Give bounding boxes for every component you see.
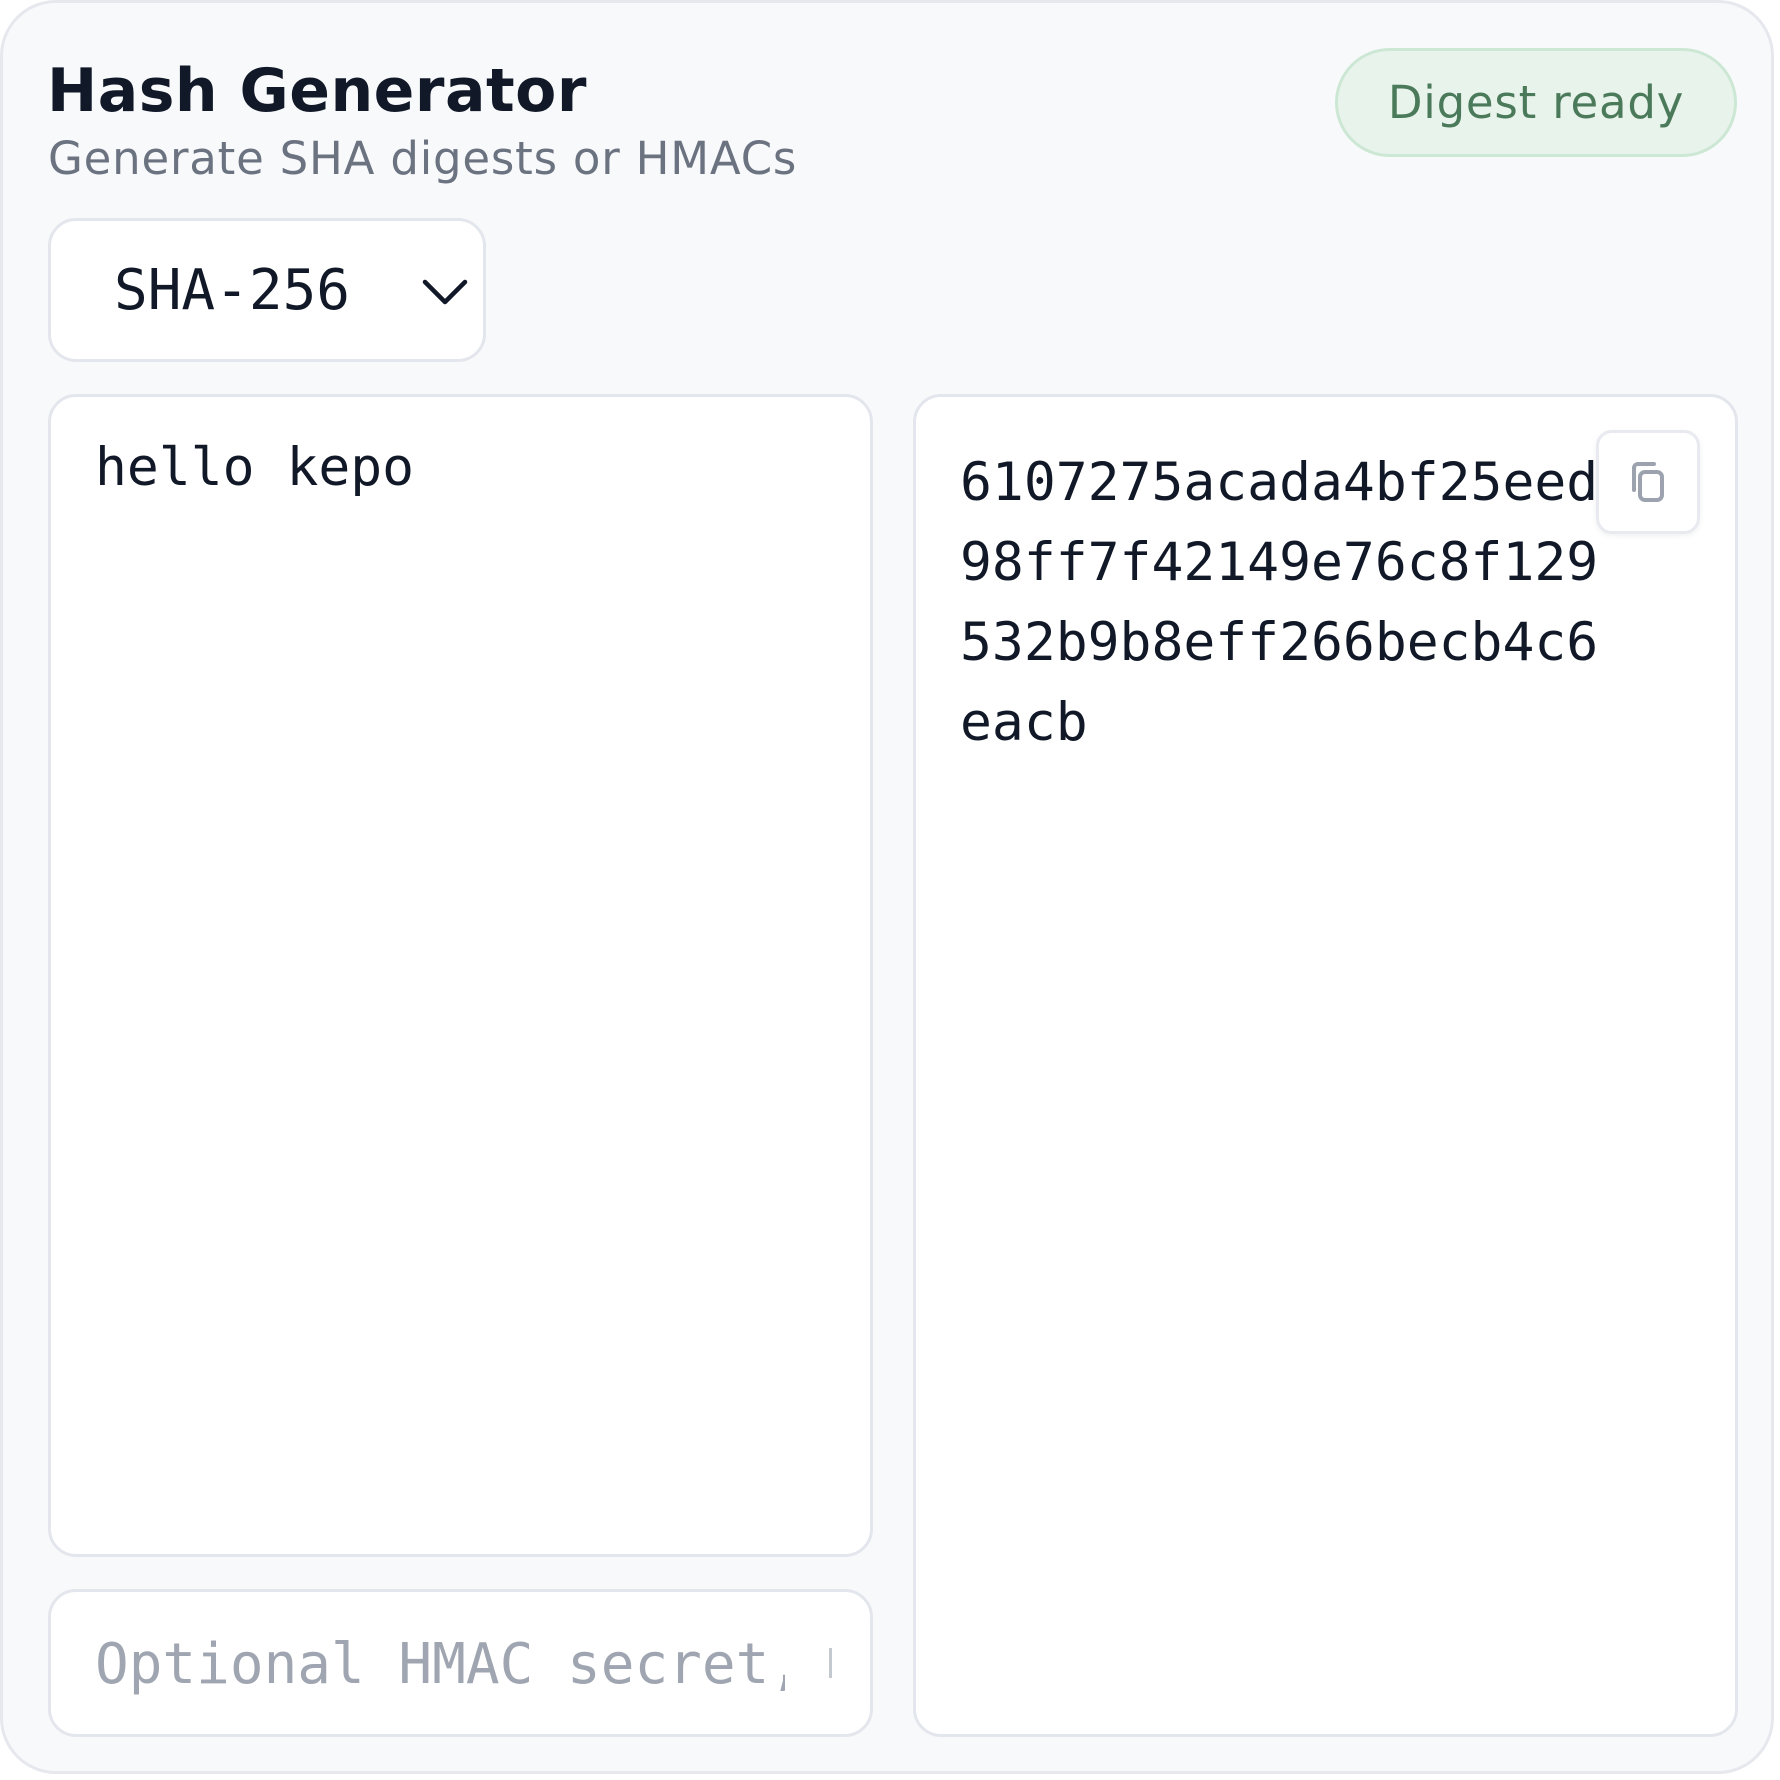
digest-output: 6107275acada4bf25eed98ff7f42149e76c8f129… xyxy=(913,394,1738,1737)
hash-generator-card: Hash Generator Generate SHA digests or H… xyxy=(0,0,1774,1774)
page-subtitle: Generate SHA digests or HMACs xyxy=(48,132,798,185)
copy-icon xyxy=(1632,462,1664,502)
algorithm-select[interactable]: SHA-256 xyxy=(48,218,486,362)
hmac-secret-input[interactable]: Optional HMAC secret, leave empty for pl… xyxy=(48,1589,873,1737)
text-caret xyxy=(829,1648,832,1678)
copy-button[interactable] xyxy=(1596,430,1700,534)
status-badge: Digest ready xyxy=(1335,48,1737,157)
hmac-secret-placeholder: Optional HMAC secret, leave empty for pl… xyxy=(95,1632,785,1697)
input-text: hello kepo xyxy=(95,437,415,498)
page-title: Hash Generator xyxy=(47,56,587,126)
digest-text: 6107275acada4bf25eed98ff7f42149e76c8f129… xyxy=(960,452,1599,753)
algorithm-select-value: SHA-256 xyxy=(114,258,351,323)
chevron-down-icon xyxy=(422,279,468,305)
input-textarea[interactable]: hello kepo xyxy=(48,394,873,1557)
